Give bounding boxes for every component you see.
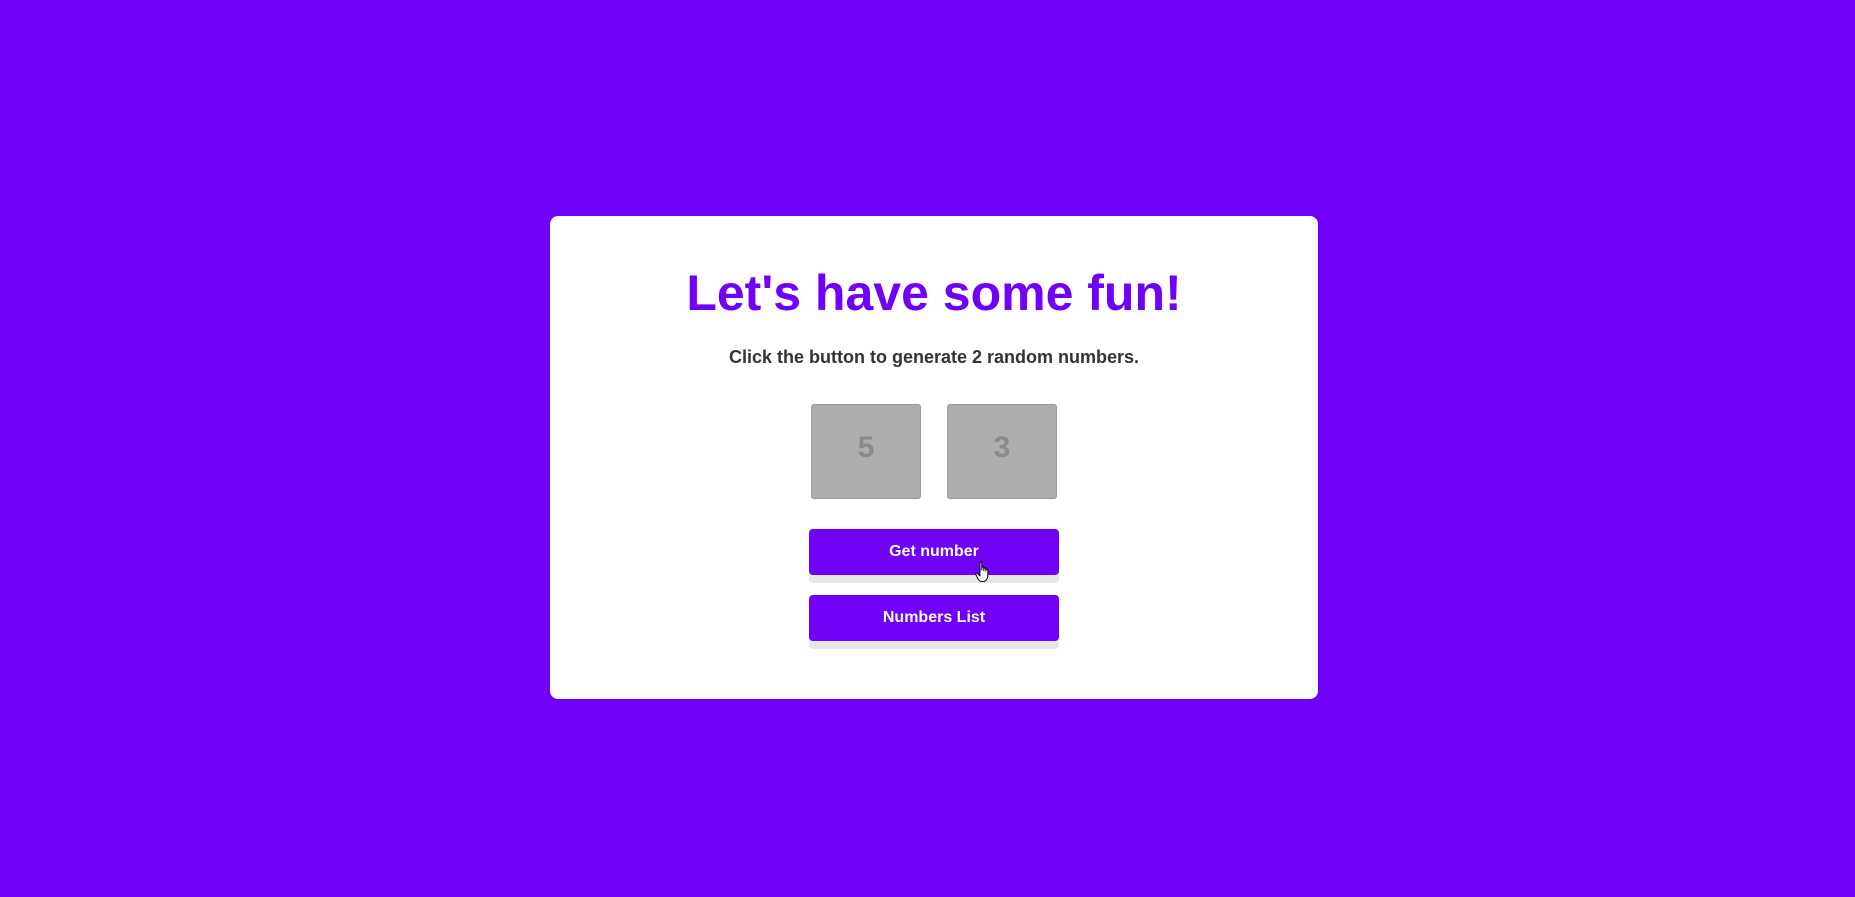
number-box-1: 5 bbox=[811, 404, 921, 499]
page-title: Let's have some fun! bbox=[686, 265, 1182, 321]
numbers-list-button[interactable]: Numbers List bbox=[809, 595, 1059, 641]
instruction-text: Click the button to generate 2 random nu… bbox=[728, 347, 1140, 367]
get-number-button[interactable]: Get number bbox=[809, 529, 1059, 575]
number-box-2: 3 bbox=[947, 404, 1057, 499]
main-card: Let's have some fun! Click the button to… bbox=[550, 216, 1318, 699]
